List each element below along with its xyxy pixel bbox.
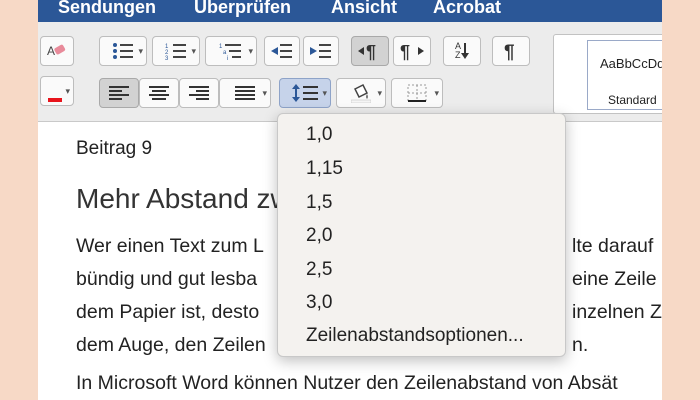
svg-text:¶: ¶ (366, 42, 376, 61)
increase-indent-button[interactable] (303, 36, 339, 66)
sort-button[interactable]: A Z (443, 36, 481, 66)
svg-text:i: i (227, 56, 228, 60)
tab-ueberpruefen[interactable]: Überprüfen (194, 0, 291, 18)
post-label: Beitrag 9 (76, 138, 153, 159)
chevron-down-icon: ▾ (191, 46, 196, 56)
chevron-down-icon: ▾ (248, 46, 253, 56)
paragraph-line: dem Auge, den Zeilen (76, 334, 266, 356)
menu-item-line-spacing-options[interactable]: Zeilenabstandsoptionen... (306, 325, 524, 347)
menu-item-spacing-1-0[interactable]: 1,0 (306, 124, 332, 146)
rtl-paragraph-button[interactable]: ¶ (393, 36, 431, 66)
show-formatting-marks-button[interactable]: ¶ (492, 36, 530, 66)
rtl-paragraph-icon: ¶ (400, 41, 424, 61)
svg-text:¶: ¶ (400, 42, 410, 61)
align-left-icon (109, 85, 129, 101)
align-center-icon (149, 85, 169, 101)
eraser-icon: A (47, 42, 67, 60)
svg-text:¶: ¶ (504, 42, 515, 61)
clear-formatting-button[interactable]: A (40, 36, 74, 66)
chevron-down-icon: ▾ (262, 88, 267, 98)
menu-item-spacing-1-5[interactable]: 1,5 (306, 192, 332, 214)
align-right-icon (189, 85, 209, 101)
paragraph-line-tail: inzelnen Z (572, 301, 662, 323)
borders-button[interactable]: ▾ (391, 78, 443, 108)
align-center-button[interactable] (139, 78, 179, 108)
shading-icon (351, 83, 371, 103)
borders-icon (407, 84, 427, 102)
numbering-icon: 123 (165, 42, 187, 60)
menu-item-spacing-1-15[interactable]: 1,15 (306, 158, 343, 180)
sort-icon: A Z (455, 42, 469, 60)
decrease-indent-button[interactable] (264, 36, 300, 66)
style-standard-tile[interactable]: AaBbCcDd Standard (587, 40, 662, 110)
style-sample-text: AaBbCcDd (600, 56, 662, 71)
style-name-label: Standard (608, 93, 657, 107)
chevron-down-icon: ▾ (138, 46, 143, 56)
paragraph-line-tail: eine Zeile (572, 268, 657, 290)
menu-item-spacing-3-0[interactable]: 3,0 (306, 292, 332, 314)
numbering-button[interactable]: 123 ▾ (152, 36, 200, 66)
bullets-button[interactable]: ▾ (99, 36, 147, 66)
justify-icon (235, 85, 255, 101)
paragraph-line: dem Papier ist, desto (76, 301, 260, 323)
font-color-button[interactable]: ▾ (40, 76, 74, 106)
ribbon-tab-bar: Sendungen Überprüfen Ansicht Acrobat (38, 0, 662, 22)
paragraph-line-tail: lte darauf (572, 235, 654, 257)
paragraph-line: bündig und gut lesba (76, 268, 258, 290)
align-right-button[interactable] (179, 78, 219, 108)
justify-button[interactable]: ▾ (219, 78, 271, 108)
chevron-down-icon: ▾ (434, 88, 439, 98)
styles-gallery[interactable]: AaBbCcDd Standard (553, 34, 662, 114)
multilevel-list-icon: 1ai (219, 42, 243, 60)
line-spacing-button[interactable]: ▾ (279, 78, 331, 108)
menu-item-spacing-2-5[interactable]: 2,5 (306, 259, 332, 281)
menu-item-spacing-2-0[interactable]: 2,0 (306, 225, 332, 247)
line-spacing-menu: 1,0 1,15 1,5 2,0 2,5 3,0 Zeilenabstandso… (277, 113, 566, 357)
bullets-icon (112, 42, 134, 60)
svg-text:3: 3 (165, 56, 169, 60)
increase-indent-icon (310, 42, 332, 60)
multilevel-list-button[interactable]: 1ai ▾ (205, 36, 257, 66)
chevron-down-icon: ▾ (65, 86, 70, 96)
paragraph-line: Wer einen Text zum L (76, 235, 264, 257)
ltr-paragraph-icon: ¶ (358, 41, 382, 61)
align-left-button[interactable] (99, 78, 139, 108)
chevron-down-icon: ▾ (322, 88, 327, 98)
decrease-indent-icon (271, 42, 293, 60)
pilcrow-icon: ¶ (503, 41, 519, 61)
line-spacing-icon (292, 84, 318, 102)
chevron-down-icon: ▾ (377, 88, 382, 98)
home-toolbar: A ▾ 123 ▾ 1ai ▾ ¶ ¶ A Z ¶ ▾ ▾ ▾ ▾ ▾ AaBb… (38, 22, 662, 122)
shading-button[interactable]: ▾ (336, 78, 386, 108)
paragraph-line: In Microsoft Word können Nutzer den Zeil… (76, 372, 618, 394)
tab-acrobat[interactable]: Acrobat (433, 0, 501, 18)
svg-text:A: A (47, 44, 55, 58)
document-heading: Mehr Abstand zw (76, 183, 291, 214)
tab-sendungen[interactable]: Sendungen (58, 0, 156, 18)
paragraph-line-tail: n. (572, 334, 589, 356)
tab-ansicht[interactable]: Ansicht (331, 0, 397, 18)
font-color-icon (48, 80, 66, 102)
ltr-paragraph-button[interactable]: ¶ (351, 36, 389, 66)
